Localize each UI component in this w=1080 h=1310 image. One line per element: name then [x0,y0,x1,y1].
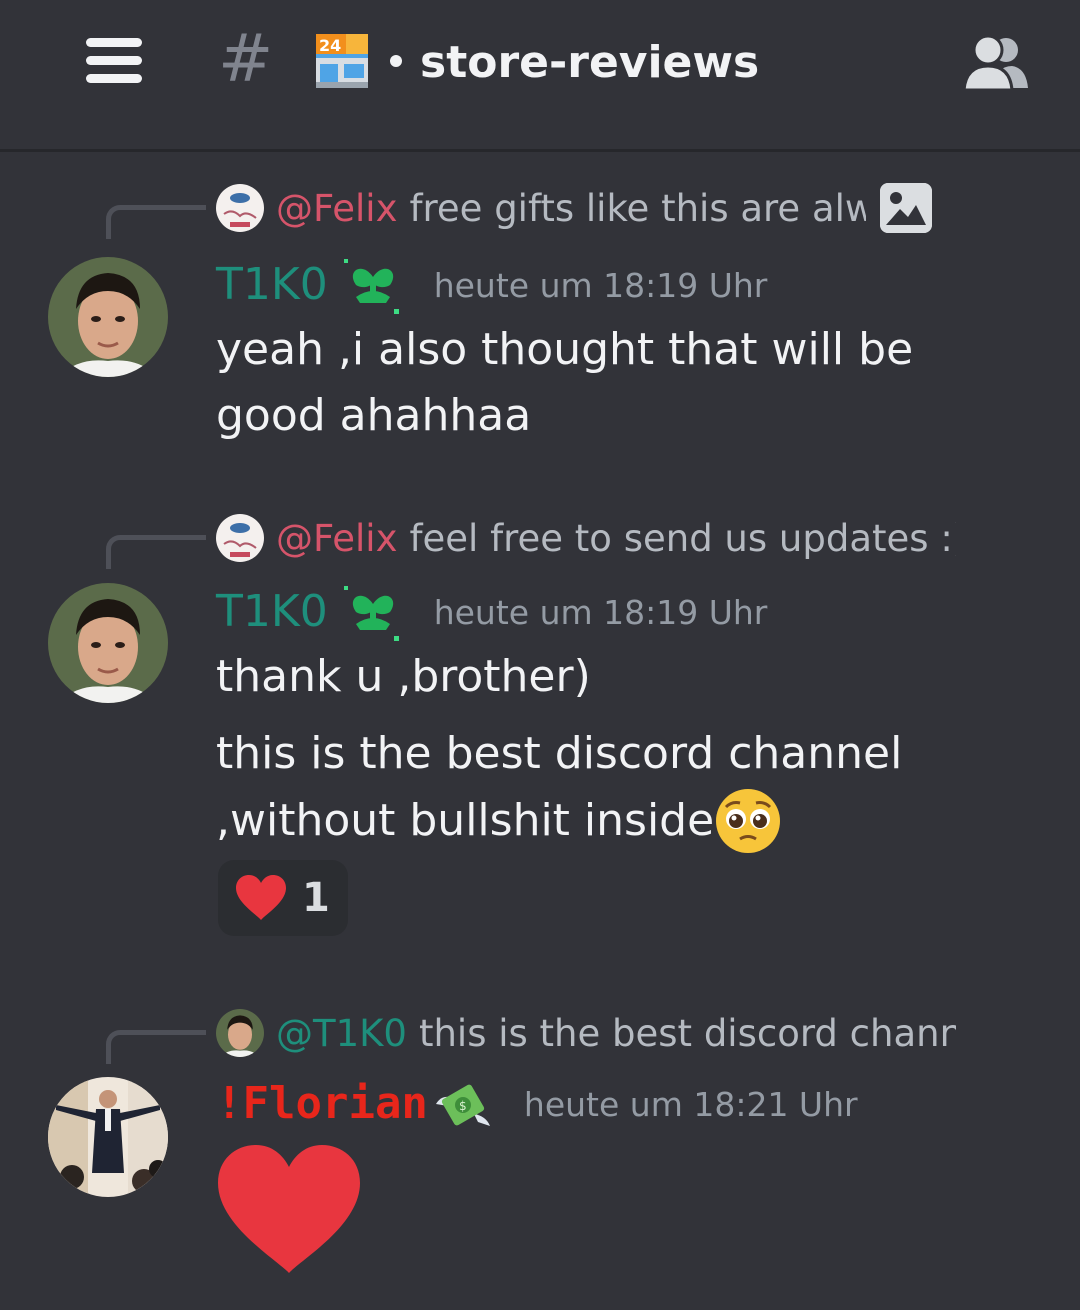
svg-text:$: $ [459,1099,467,1113]
heart-icon [236,875,286,920]
reply-preview[interactable]: @Felix free gifts like this are alwa [216,183,866,233]
author-row: !Florian $ heute um 18:21 Uhr [216,1074,858,1134]
timestamp: heute um 18:19 Uhr [433,592,768,632]
reply-preview[interactable]: @T1K0 this is the best discord chann [216,1008,956,1058]
hamburger-menu-button[interactable] [86,38,142,84]
sprout-icon [343,259,399,314]
image-icon [880,183,932,233]
felix-avatar [216,184,264,232]
separator-dot [390,55,402,67]
hash-icon: # [218,20,274,97]
timestamp: heute um 18:21 Uhr [523,1084,858,1124]
t1k0-avatar[interactable] [48,583,168,703]
sprout-icon [343,586,399,641]
timestamp: heute um 18:19 Uhr [433,265,768,305]
pleading-face-icon [716,789,781,853]
reply-connector [106,1030,206,1064]
message-line: yeah ,i also thought that will be [216,324,914,375]
channel-title: store-reviews [420,37,760,88]
big-heart-emoji [218,1145,360,1273]
t1k0-mini-avatar [216,1009,264,1057]
money-with-wings-icon: $ [435,1084,490,1126]
heart-reaction-button[interactable]: 1 [218,860,348,936]
reply-connector [106,535,206,569]
message-line: this is the best discord channel [216,728,903,779]
reply-mention[interactable]: @Felix [276,517,397,560]
reply-mention[interactable]: @Felix [276,187,397,230]
author-name[interactable]: T1K0 [216,582,328,642]
convenience-store-icon: 24 [316,34,368,88]
reply-text: this is the best discord chann [418,1011,956,1055]
message-line: good ahahhaa [216,390,532,441]
reply-preview[interactable]: @Felix feel free to send us updates :) [216,513,956,563]
t1k0-avatar[interactable] [48,257,168,377]
reply-text: free gifts like this are alwa [409,186,866,230]
message-line: thank u ,brother) [216,651,591,702]
felix-avatar [216,514,264,562]
author-row: T1K0 heute um 18:19 Uhr [216,582,767,642]
author-name[interactable]: !Florian [216,1074,428,1134]
message-line-with-emoji: ,without bullshit inside [216,787,782,855]
author-row: T1K0 heute um 18:19 Uhr [216,255,767,315]
reply-mention[interactable]: @T1K0 [276,1012,407,1055]
channel-header: # 24 store-reviews [0,0,1080,152]
author-name[interactable]: T1K0 [216,255,328,315]
store-badge: 24 [319,36,341,55]
reply-connector [106,205,206,239]
reaction-count: 1 [302,875,330,921]
members-icon[interactable] [962,34,1028,90]
florian-avatar[interactable] [48,1077,168,1197]
message-line: ,without bullshit inside [216,795,715,846]
reply-text: feel free to send us updates :) [409,516,956,560]
